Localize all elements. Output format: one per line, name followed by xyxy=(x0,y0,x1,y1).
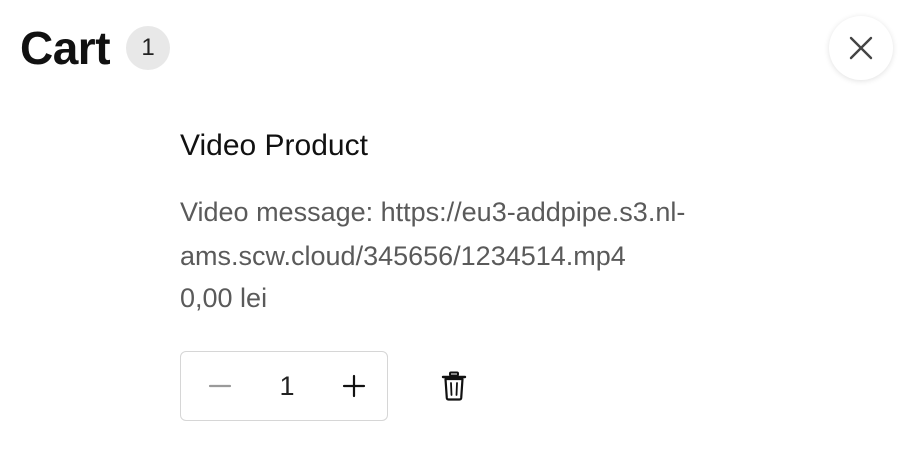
plus-icon xyxy=(342,374,366,398)
cart-drawer: Cart 1 Video Product Video message: http… xyxy=(0,0,922,464)
product-title: Video Product xyxy=(180,129,368,162)
close-icon xyxy=(849,36,873,60)
increase-quantity-button[interactable] xyxy=(339,371,369,401)
cart-header: Cart 1 xyxy=(20,20,171,76)
product-price: 0,00 lei xyxy=(180,283,268,313)
cart-item: Video Product Video message: https://eu3… xyxy=(180,126,820,318)
decrease-quantity-button[interactable] xyxy=(205,371,235,401)
cart-count-badge: 1 xyxy=(126,26,171,70)
quantity-value[interactable]: 1 xyxy=(267,371,307,402)
cart-item-actions: 1 xyxy=(180,351,474,421)
close-button[interactable] xyxy=(829,16,893,80)
product-video-message: Video message: https://eu3-addpipe.s3.nl… xyxy=(180,197,686,271)
remove-item-button[interactable] xyxy=(434,366,474,406)
minus-icon xyxy=(208,384,232,388)
quantity-stepper: 1 xyxy=(180,351,388,421)
trash-icon xyxy=(441,371,467,401)
cart-title: Cart xyxy=(20,22,111,74)
